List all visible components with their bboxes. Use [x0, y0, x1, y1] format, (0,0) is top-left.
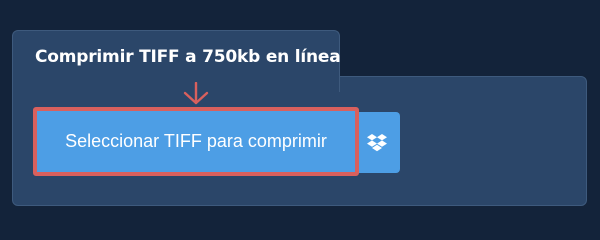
arrow-down-icon — [183, 82, 209, 105]
tab-comprimir[interactable]: Comprimir TIFF a 750kb en línea — [12, 30, 341, 92]
dropbox-button[interactable] — [354, 112, 400, 173]
tab-title: Comprimir TIFF a 750kb en línea — [35, 47, 341, 67]
select-tiff-button[interactable]: Seleccionar TIFF para comprimir — [33, 107, 359, 176]
dropbox-icon — [367, 133, 387, 151]
